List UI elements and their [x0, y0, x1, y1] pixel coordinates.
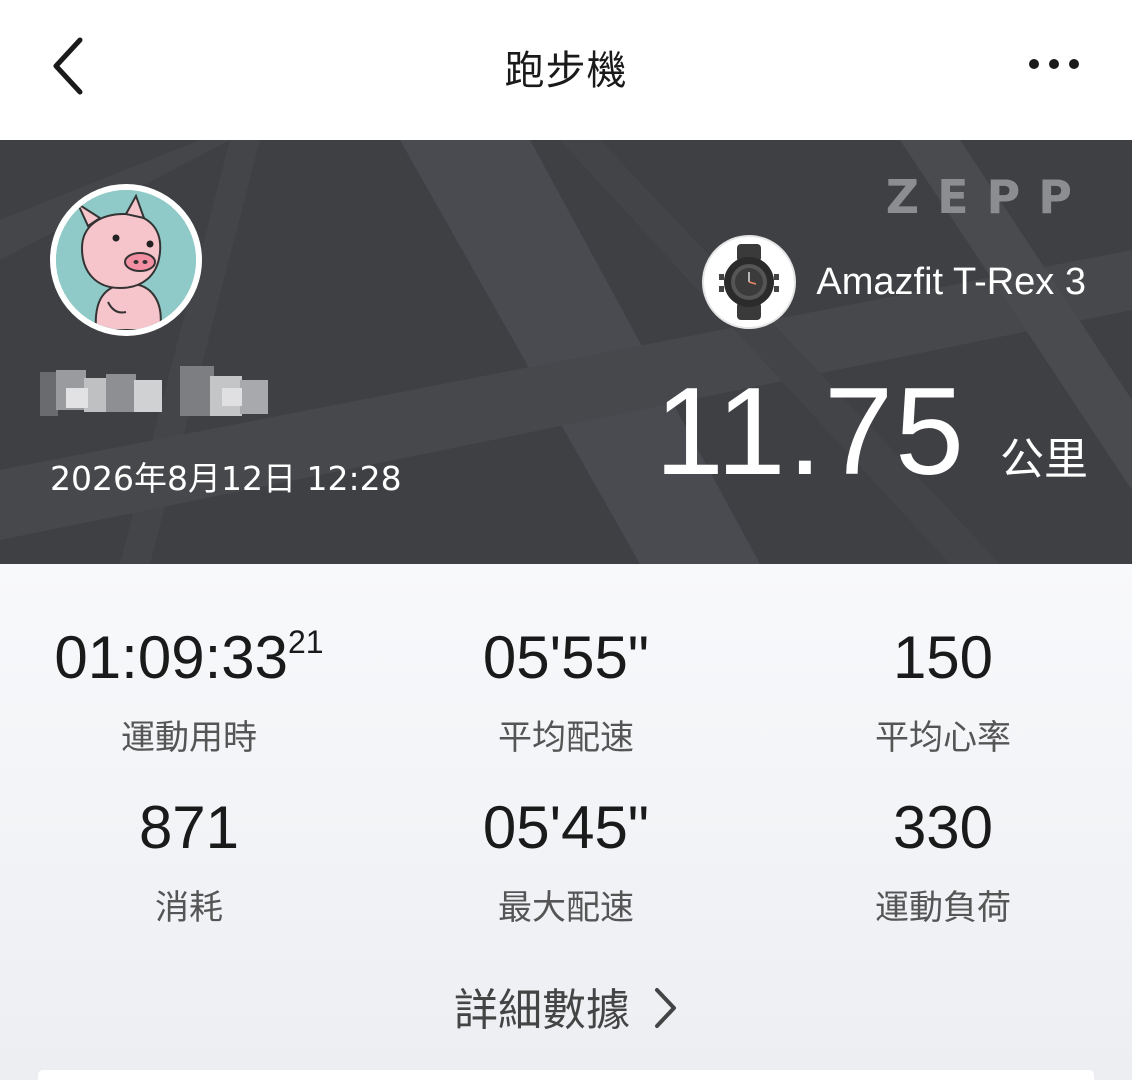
stat-value: 150 [892, 624, 994, 691]
stats-panel: 01:09:3321 運動用時 05'55" 平均配速 150 平均心率 871… [0, 564, 1132, 1080]
chevron-right-icon [652, 986, 678, 1041]
avatar[interactable] [50, 184, 202, 336]
stat-duration: 01:09:3321 運動用時 [0, 624, 378, 759]
stat-value: 330 [892, 794, 994, 861]
zepp-logo: ZEPP [885, 170, 1090, 224]
distance-value: 11.75 [654, 363, 966, 501]
distance-unit: 公里 [1000, 434, 1088, 485]
workout-date: 2026年8月12日 12:28 [50, 459, 402, 498]
stat-calories: 871 消耗 [0, 798, 378, 929]
stat-label: 平均配速 [498, 718, 634, 758]
bottom-sheet-edge [38, 1070, 1094, 1080]
more-options-button[interactable] [1018, 44, 1090, 84]
workout-summary-banner: ZEPP 2026年8月12日 12:28 Amazfit T-Rex 3 11… [0, 140, 1132, 564]
device-thumbnail [702, 235, 797, 329]
pig-avatar-icon [56, 190, 196, 330]
stat-training-load: 330 運動負荷 [754, 798, 1132, 929]
stat-label: 運動負荷 [875, 888, 1011, 928]
stat-hundredths: 21 [287, 624, 324, 660]
stat-label: 運動用時 [121, 718, 257, 758]
stat-avg-heart-rate: 150 平均心率 [754, 628, 1132, 759]
details-link-label: 詳細數據 [454, 985, 630, 1036]
stat-label: 最大配速 [498, 888, 634, 928]
stat-value: 05'55" [482, 624, 650, 691]
stat-value: 871 [138, 794, 240, 861]
stat-max-pace: 05'45" 最大配速 [377, 798, 755, 929]
distance-display: 11.75 公里 [655, 370, 1088, 494]
stat-value: 05'45" [482, 794, 650, 861]
device-name: Amazfit T-Rex 3 [816, 260, 1086, 303]
device-info[interactable]: Amazfit T-Rex 3 [702, 234, 1086, 330]
stat-label: 平均心率 [875, 718, 1011, 758]
stat-value: 01:09:3321 [54, 624, 324, 691]
stat-label: 消耗 [155, 888, 223, 928]
username-redacted [40, 366, 268, 416]
more-horizontal-icon [1029, 59, 1079, 69]
page-title: 跑步機 [504, 48, 628, 94]
stat-avg-pace: 05'55" 平均配速 [377, 628, 755, 759]
smartwatch-icon [719, 244, 780, 320]
details-link[interactable]: 詳細數據 [0, 974, 1132, 1041]
app-header: 跑步機 [0, 0, 1132, 140]
